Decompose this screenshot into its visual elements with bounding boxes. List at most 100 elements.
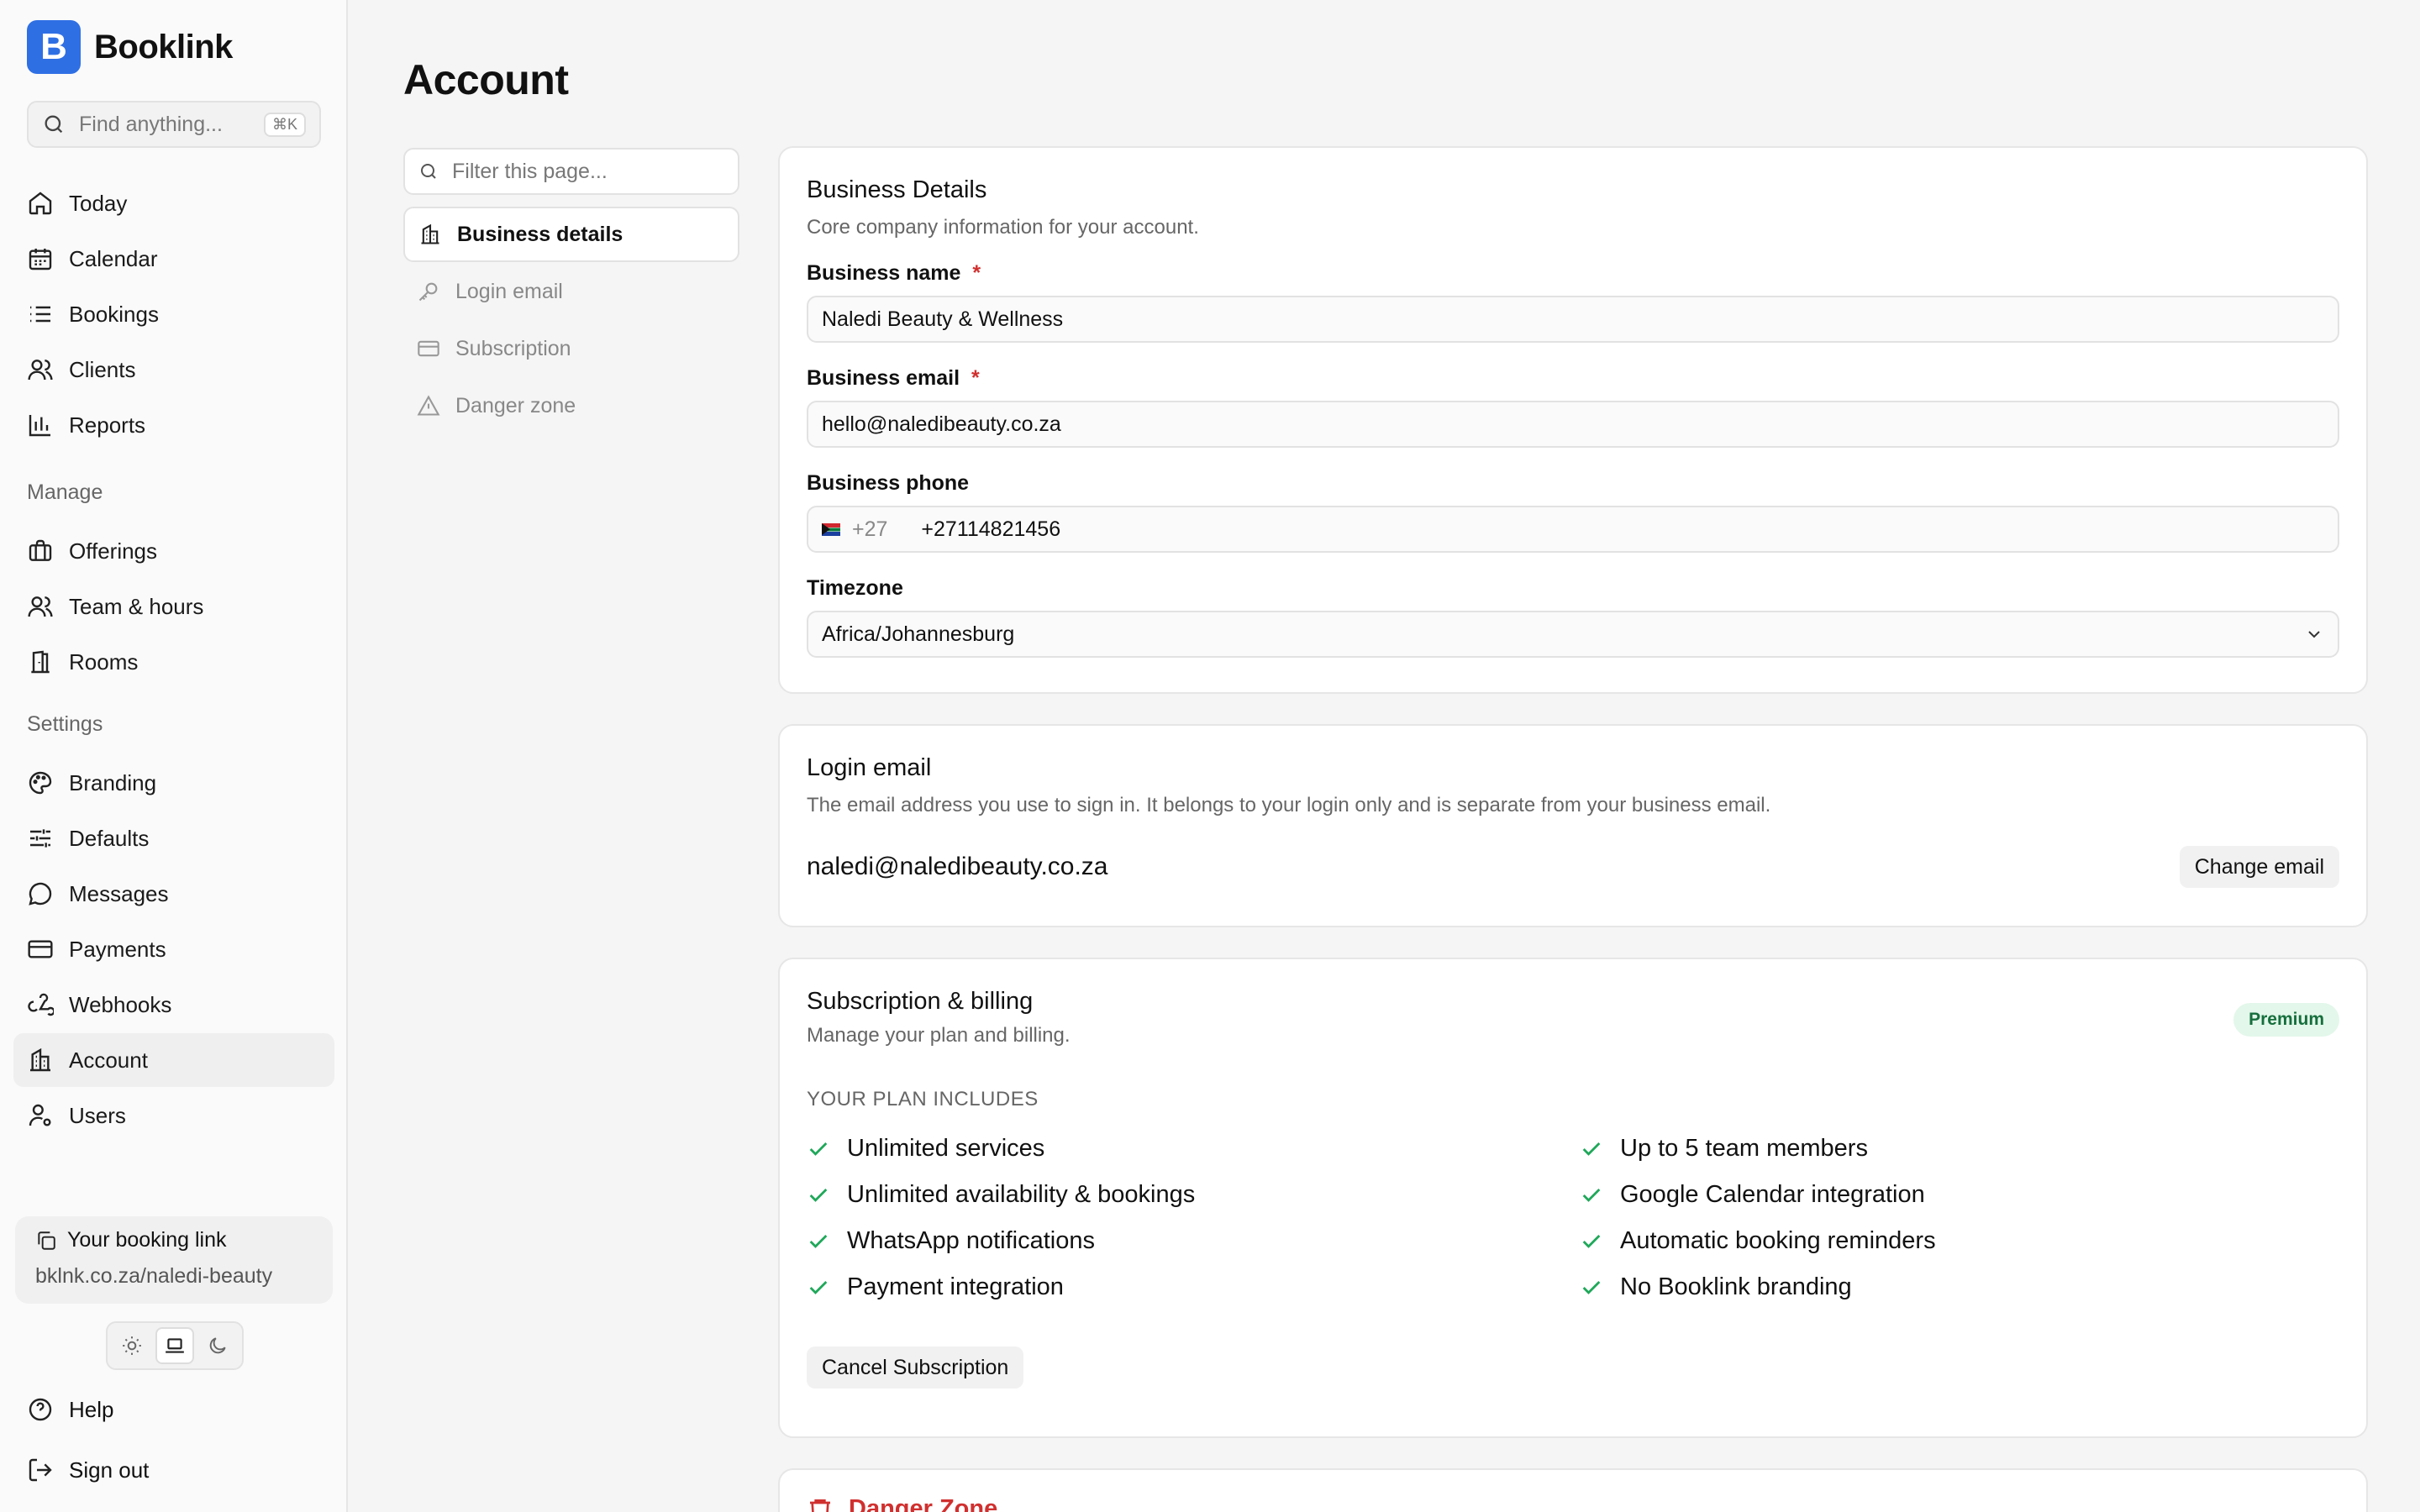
- nav-section-manage: Manage: [27, 480, 103, 504]
- business-name-field[interactable]: Naledi Beauty & Wellness: [807, 296, 2339, 343]
- feature-item: Automatic booking reminders: [1580, 1227, 2353, 1255]
- timezone-select[interactable]: Africa/Johannesburg: [807, 611, 2339, 658]
- building-icon: [421, 223, 439, 244]
- check-icon: [1582, 1280, 1601, 1294]
- nav-item-webhooks[interactable]: Webhooks: [13, 978, 334, 1032]
- moon-icon: [209, 1337, 226, 1354]
- subnav-business-details[interactable]: Business details: [403, 207, 739, 262]
- nav-item-today[interactable]: Today: [13, 176, 334, 230]
- nav-item-offerings[interactable]: Offerings: [13, 524, 334, 578]
- nav-label: Branding: [69, 769, 157, 795]
- field-value: hello@naledibeauty.co.za: [822, 412, 1061, 436]
- help-link[interactable]: Help: [27, 1396, 113, 1423]
- field-value: Naledi Beauty & Wellness: [822, 307, 1064, 331]
- nav-label: Offerings: [69, 538, 158, 564]
- login-email-value: naledi@naledibeauty.co.za: [807, 853, 1108, 880]
- theme-system-button[interactable]: [155, 1327, 194, 1364]
- feature-label: Automatic booking reminders: [1620, 1227, 1936, 1254]
- feature-label: Google Calendar integration: [1620, 1181, 1925, 1208]
- subnav-label: Business details: [457, 222, 623, 246]
- nav-item-defaults[interactable]: Defaults: [13, 811, 334, 865]
- search-input[interactable]: Find anything... ⌘K: [27, 101, 321, 148]
- nav-label: Defaults: [69, 825, 150, 851]
- nav-label: Users: [69, 1102, 126, 1128]
- brand[interactable]: B Booklink: [27, 20, 233, 74]
- nav-item-users[interactable]: Users: [13, 1089, 334, 1142]
- check-icon: [809, 1142, 828, 1156]
- check-icon: [809, 1280, 828, 1294]
- required-mark: *: [972, 261, 981, 285]
- business-email-field[interactable]: hello@naledibeauty.co.za: [807, 401, 2339, 448]
- feature-item: Unlimited services: [807, 1135, 1580, 1163]
- chevron-down-icon: [2308, 631, 2320, 638]
- subnav-subscription[interactable]: Subscription: [403, 321, 739, 376]
- nav-section-settings: Settings: [27, 711, 103, 736]
- nav-label: Account: [69, 1047, 148, 1073]
- nav-item-messages[interactable]: Messages: [13, 867, 334, 921]
- nav-label: Rooms: [69, 648, 139, 675]
- sun-icon: [123, 1336, 142, 1355]
- login-email-card: Login email The email address you use to…: [778, 724, 2368, 927]
- south-africa-flag-icon[interactable]: [822, 522, 840, 536]
- booking-link-title: Your booking link: [67, 1228, 227, 1252]
- log-out-icon: [29, 1458, 52, 1482]
- cancel-subscription-button[interactable]: Cancel Subscription: [807, 1347, 1024, 1389]
- credit-card-icon: [418, 340, 439, 357]
- filter-input[interactable]: Filter this page...: [403, 148, 739, 195]
- nav-item-rooms[interactable]: Rooms: [13, 635, 334, 689]
- subnav-label: Subscription: [455, 336, 571, 360]
- sign-out-link[interactable]: Sign out: [27, 1457, 149, 1483]
- help-label: Help: [69, 1396, 114, 1422]
- home-icon: [29, 192, 52, 215]
- sign-out-label: Sign out: [69, 1457, 150, 1483]
- sliders-icon: [30, 829, 50, 848]
- users-icon: [28, 360, 53, 381]
- theme-light-button[interactable]: [113, 1327, 151, 1364]
- nav-item-team-hours[interactable]: Team & hours: [13, 580, 334, 633]
- theme-dark-button[interactable]: [198, 1327, 237, 1364]
- subnav-label: Login email: [455, 279, 563, 303]
- business-name-label: Business name *: [807, 261, 2339, 286]
- business-details-card: Business Details Core company informatio…: [778, 146, 2368, 694]
- brand-logo: B: [27, 20, 81, 74]
- user-cog-icon: [29, 1104, 51, 1126]
- card-title: Subscription & billing: [807, 988, 1034, 1015]
- business-email-label: Business email *: [807, 366, 2339, 391]
- nav-item-calendar[interactable]: Calendar: [13, 232, 334, 286]
- nav-item-reports[interactable]: Reports: [13, 398, 334, 452]
- nav-item-payments[interactable]: Payments: [13, 922, 334, 976]
- check-icon: [1582, 1142, 1601, 1156]
- nav-item-account[interactable]: Account: [13, 1033, 334, 1087]
- feature-item: Payment integration: [807, 1273, 1580, 1301]
- card-title: Business Details: [807, 176, 987, 203]
- manage-nav: Manage Offerings Team & hours Rooms: [13, 475, 334, 690]
- country-code[interactable]: +27: [852, 517, 887, 542]
- laptop-icon: [166, 1338, 184, 1353]
- feature-label: No Booklink branding: [1620, 1273, 1852, 1300]
- timezone-label: Timezone: [807, 576, 903, 600]
- brand-name: Booklink: [94, 28, 233, 66]
- nav-item-branding[interactable]: Branding: [13, 756, 334, 810]
- label-text: Business email: [807, 366, 960, 390]
- booking-link-url[interactable]: bklnk.co.za/naledi-beauty: [35, 1264, 313, 1289]
- trash-icon: [810, 1499, 830, 1512]
- search-shortcut: ⌘K: [263, 112, 306, 137]
- nav-label: Clients: [69, 356, 136, 382]
- message-icon: [29, 882, 52, 906]
- nav-item-bookings[interactable]: Bookings: [13, 287, 334, 341]
- card-subtitle: The email address you use to sign in. It…: [807, 794, 1771, 816]
- feature-item: Up to 5 team members: [1580, 1135, 2353, 1163]
- change-email-button[interactable]: Change email: [2179, 846, 2339, 888]
- booking-link-card[interactable]: Your booking link bklnk.co.za/naledi-bea…: [15, 1216, 333, 1304]
- subnav-login-email[interactable]: Login email: [403, 264, 739, 319]
- theme-toggle: [106, 1321, 244, 1370]
- subnav-danger-zone[interactable]: Danger zone: [403, 378, 739, 433]
- business-phone-field[interactable]: +27 +27114821456: [807, 506, 2339, 553]
- feature-item: WhatsApp notifications: [807, 1227, 1580, 1255]
- nav-item-clients[interactable]: Clients: [13, 343, 334, 396]
- warning-icon: [417, 395, 440, 416]
- field-value: +27114821456: [921, 517, 1061, 541]
- door-icon: [31, 650, 50, 674]
- nav-label: Messages: [69, 880, 169, 906]
- check-icon: [1582, 1234, 1601, 1248]
